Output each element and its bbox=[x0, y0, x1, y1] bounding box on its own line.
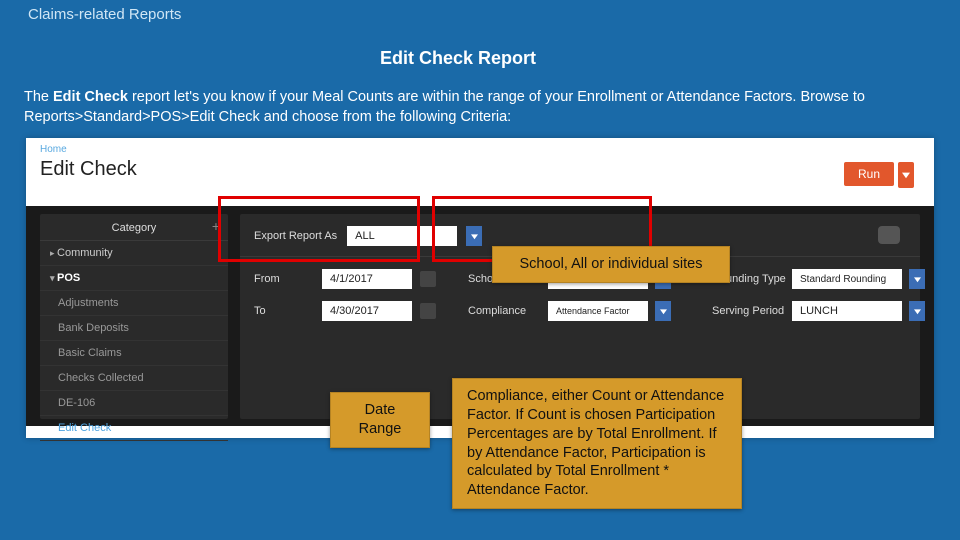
rounding-field: Rounding Type Standard Rounding bbox=[712, 269, 942, 289]
cloud-icon[interactable] bbox=[878, 226, 900, 244]
category-sidebar: Category + Community POS Adjustments Ban… bbox=[40, 214, 228, 419]
sidebar-heading-label: Category bbox=[112, 222, 157, 234]
from-field: From 4/1/2017 bbox=[254, 269, 454, 289]
callout-school: School, All or individual sites bbox=[492, 246, 730, 283]
from-input[interactable]: 4/1/2017 bbox=[322, 269, 412, 289]
intro-rest: report let's you know if your Meal Count… bbox=[24, 89, 865, 125]
to-label: To bbox=[254, 305, 314, 317]
export-select[interactable]: ALL bbox=[347, 226, 457, 246]
calendar-icon[interactable] bbox=[420, 303, 436, 319]
run-button[interactable]: Run bbox=[844, 162, 894, 186]
chevron-down-icon[interactable] bbox=[655, 301, 671, 321]
chevron-down-icon[interactable] bbox=[909, 301, 925, 321]
plus-icon[interactable]: + bbox=[212, 218, 220, 234]
page-heading: Edit Check Report bbox=[380, 48, 536, 69]
sidebar-item-de106[interactable]: DE-106 bbox=[40, 391, 228, 416]
breadcrumb[interactable]: Home bbox=[40, 144, 67, 155]
page-title: Edit Check bbox=[40, 158, 137, 181]
sidebar-item-community[interactable]: Community bbox=[40, 241, 228, 266]
from-label: From bbox=[254, 273, 314, 285]
intro-paragraph: The Edit Check report let's you know if … bbox=[24, 88, 934, 127]
sidebar-item-edit-check[interactable]: Edit Check bbox=[40, 416, 228, 441]
sidebar-item-bank-deposits[interactable]: Bank Deposits bbox=[40, 316, 228, 341]
intro-pre: The bbox=[24, 89, 53, 105]
to-field: To 4/30/2017 bbox=[254, 301, 454, 321]
serving-field: Serving Period LUNCH bbox=[712, 301, 942, 321]
section-heading: Claims-related Reports bbox=[28, 6, 181, 23]
compliance-select[interactable]: Attendance Factor bbox=[548, 301, 648, 321]
sidebar-item-pos[interactable]: POS bbox=[40, 266, 228, 291]
run-dropdown-caret[interactable] bbox=[898, 162, 914, 188]
compliance-field: Compliance Attendance Factor bbox=[468, 301, 698, 321]
serving-label: Serving Period bbox=[712, 305, 784, 317]
compliance-label: Compliance bbox=[468, 305, 540, 317]
sidebar-item-checks-collected[interactable]: Checks Collected bbox=[40, 366, 228, 391]
to-input[interactable]: 4/30/2017 bbox=[322, 301, 412, 321]
sidebar-item-adjustments[interactable]: Adjustments bbox=[40, 291, 228, 316]
sidebar-item-basic-claims[interactable]: Basic Claims bbox=[40, 341, 228, 366]
rounding-select[interactable]: Standard Rounding bbox=[792, 269, 902, 289]
serving-select[interactable]: LUNCH bbox=[792, 301, 902, 321]
sidebar-heading: Category + bbox=[40, 214, 228, 241]
callout-date-range: Date Range bbox=[330, 392, 430, 448]
chevron-down-icon[interactable] bbox=[909, 269, 925, 289]
export-label: Export Report As bbox=[254, 230, 337, 242]
intro-bold: Edit Check bbox=[53, 89, 128, 105]
callout-compliance: Compliance, either Count or Attendance F… bbox=[452, 378, 742, 509]
chevron-down-icon[interactable] bbox=[466, 226, 482, 246]
calendar-icon[interactable] bbox=[420, 271, 436, 287]
